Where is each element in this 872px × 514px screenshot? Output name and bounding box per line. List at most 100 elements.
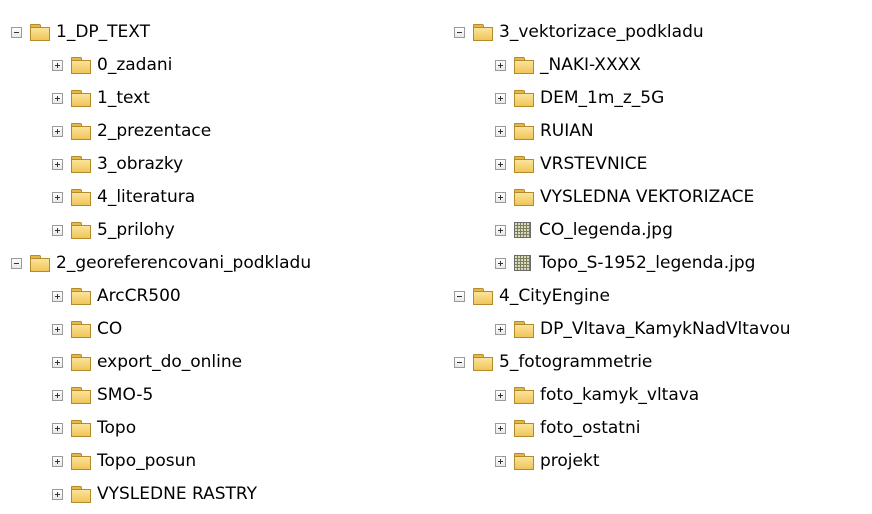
expand-plus-icon[interactable] (52, 488, 63, 500)
folder-icon (71, 90, 91, 107)
tree-item-label: _NAKI-XXXX (540, 55, 641, 75)
image-file-icon (514, 222, 531, 238)
tree-item-label: RUIAN (540, 121, 594, 141)
tree-item-label: 5_fotogrammetrie (499, 352, 653, 372)
folder-icon (71, 222, 91, 239)
tree-folder-item[interactable]: CO (52, 312, 122, 346)
folder-icon (514, 420, 534, 437)
tree-item-label: DP_Vltava_KamykNadVltavou (540, 319, 791, 339)
tree-folder-item[interactable]: SMO-5 (52, 378, 153, 412)
tree-folder-item[interactable]: export_do_online (52, 345, 242, 379)
expand-plus-icon[interactable] (52, 59, 63, 71)
tree-folder-item[interactable]: 2_prezentace (52, 114, 211, 148)
tree-folder-5-fotogrammetrie[interactable]: 5_fotogrammetrie (454, 345, 652, 379)
folder-icon (514, 57, 534, 74)
tree-folder-item[interactable]: 1_text (52, 81, 150, 115)
folder-icon (473, 354, 493, 371)
expand-plus-icon[interactable] (495, 191, 506, 203)
expand-plus-icon[interactable] (495, 158, 506, 170)
expand-plus-icon[interactable] (52, 158, 63, 170)
folder-icon (514, 189, 534, 206)
tree-item-label: 4_CityEngine (499, 286, 610, 306)
expand-plus-icon[interactable] (52, 224, 63, 236)
expand-plus-icon[interactable] (52, 323, 63, 335)
collapse-minus-icon[interactable] (454, 26, 465, 38)
tree-folder-item[interactable]: ArcCR500 (52, 279, 181, 313)
tree-item-label: export_do_online (97, 352, 243, 372)
tree-folder-2-georeferencovani-podkladu[interactable]: 2_georeferencovani_podkladu (11, 246, 311, 280)
folder-icon (71, 156, 91, 173)
tree-item-label: VYSLEDNE RASTRY (97, 484, 258, 504)
folder-icon (514, 453, 534, 470)
expand-plus-icon[interactable] (495, 224, 506, 236)
expand-plus-icon[interactable] (495, 323, 506, 335)
tree-folder-item[interactable]: VRSTEVNICE (495, 147, 647, 181)
tree-item-label: DEM_1m_z_5G (540, 88, 665, 108)
expand-plus-icon[interactable] (495, 455, 506, 467)
tree-item-label: 1_DP_TEXT (56, 22, 151, 42)
expand-plus-icon[interactable] (495, 59, 506, 71)
tree-folder-3-vektorizace-podkladu[interactable]: 3_vektorizace_podkladu (454, 15, 704, 49)
tree-item-label: foto_kamyk_vltava (540, 385, 700, 405)
collapse-minus-icon[interactable] (454, 356, 465, 368)
folder-icon (514, 321, 534, 338)
tree-folder-item[interactable]: DEM_1m_z_5G (495, 81, 664, 115)
tree-folder-item[interactable]: 3_obrazky (52, 147, 183, 181)
expand-plus-icon[interactable] (495, 92, 506, 104)
expand-plus-icon[interactable] (495, 257, 506, 269)
folder-icon (71, 387, 91, 404)
tree-folder-1-dp-text[interactable]: 1_DP_TEXT (11, 15, 150, 49)
tree-item-label: 4_literatura (97, 187, 196, 207)
expand-plus-icon[interactable] (52, 389, 63, 401)
folder-icon (514, 90, 534, 107)
tree-folder-item[interactable]: foto_ostatni (495, 411, 640, 445)
tree-folder-4-cityengine[interactable]: 4_CityEngine (454, 279, 610, 313)
tree-folder-item[interactable]: 4_literatura (52, 180, 195, 214)
tree-folder-item[interactable]: foto_kamyk_vltava (495, 378, 699, 412)
tree-folder-item[interactable]: RUIAN (495, 114, 594, 148)
tree-folder-item[interactable]: Topo (52, 411, 136, 445)
expand-plus-icon[interactable] (52, 290, 63, 302)
tree-item-label: projekt (540, 451, 600, 471)
expand-plus-icon[interactable] (52, 125, 63, 137)
folder-icon (71, 354, 91, 371)
tree-item-label: VYSLEDNA VEKTORIZACE (540, 187, 755, 207)
tree-item-label: 3_obrazky (97, 154, 184, 174)
folder-icon (514, 123, 534, 140)
collapse-minus-icon[interactable] (11, 26, 22, 38)
tree-folder-item[interactable]: 0_zadani (52, 48, 172, 82)
tree-folder-item[interactable]: projekt (495, 444, 600, 478)
tree-item-label: CO_legenda.jpg (539, 220, 673, 240)
expand-plus-icon[interactable] (52, 191, 63, 203)
expand-plus-icon[interactable] (52, 422, 63, 434)
tree-file-item[interactable]: CO_legenda.jpg (495, 213, 673, 247)
tree-item-label: foto_ostatni (540, 418, 641, 438)
folder-icon (71, 453, 91, 470)
expand-plus-icon[interactable] (52, 455, 63, 467)
tree-folder-item[interactable]: 5_prilohy (52, 213, 175, 247)
tree-file-item[interactable]: Topo_S-1952_legenda.jpg (495, 246, 755, 280)
tree-folder-item[interactable]: DP_Vltava_KamykNadVltavou (495, 312, 791, 346)
tree-item-label: ArcCR500 (97, 286, 181, 306)
tree-item-label: Topo_S-1952_legenda.jpg (539, 253, 756, 273)
folder-icon (30, 255, 50, 272)
folder-icon (71, 486, 91, 503)
tree-item-label: 2_georeferencovani_podkladu (56, 253, 312, 273)
expand-plus-icon[interactable] (495, 389, 506, 401)
tree-item-label: 1_text (97, 88, 150, 108)
image-file-icon (514, 255, 531, 271)
expand-plus-icon[interactable] (495, 125, 506, 137)
collapse-minus-icon[interactable] (454, 290, 465, 302)
collapse-minus-icon[interactable] (11, 257, 22, 269)
tree-folder-item[interactable]: VYSLEDNA VEKTORIZACE (495, 180, 754, 214)
tree-folder-item[interactable]: Topo_posun (52, 444, 196, 478)
expand-plus-icon[interactable] (52, 356, 63, 368)
tree-folder-item[interactable]: VYSLEDNE RASTRY (52, 477, 257, 511)
folder-icon (514, 387, 534, 404)
expand-plus-icon[interactable] (52, 92, 63, 104)
tree-item-label: SMO-5 (97, 385, 154, 405)
expand-plus-icon[interactable] (495, 422, 506, 434)
tree-item-label: 3_vektorizace_podkladu (499, 22, 704, 42)
tree-folder-item[interactable]: _NAKI-XXXX (495, 48, 641, 82)
tree-item-label: Topo_posun (97, 451, 197, 471)
